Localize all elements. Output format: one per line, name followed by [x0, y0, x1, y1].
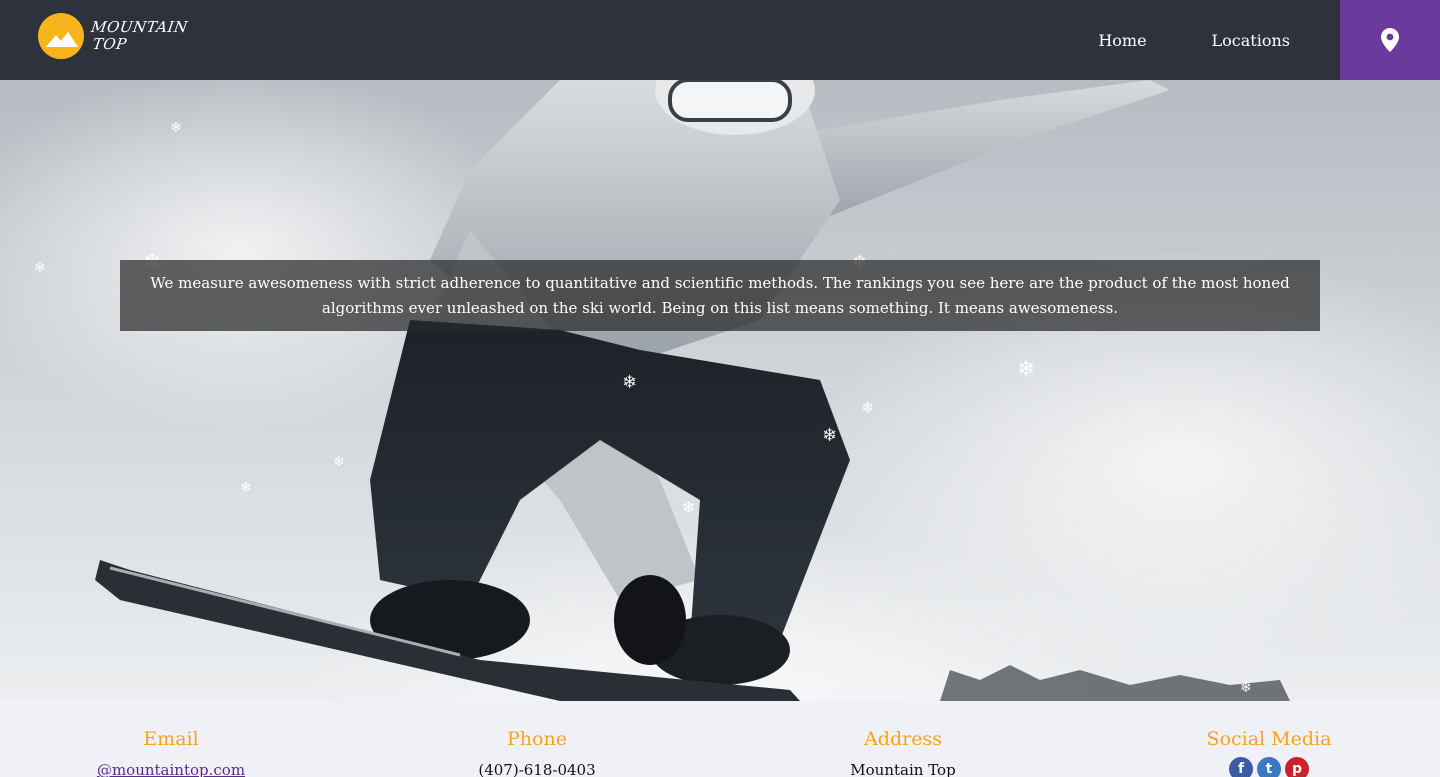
snowflake-icon: ❄ — [682, 498, 696, 517]
logo[interactable]: Mountain Top — [38, 13, 190, 59]
nav-locations-link[interactable]: Locations — [1212, 31, 1290, 50]
location-button[interactable] — [1340, 0, 1440, 80]
mountain-logo-icon — [38, 13, 84, 59]
logo-wordmark: Mountain Top — [90, 18, 190, 53]
hero-banner: ❄ ❄ ❄ ❄ ❄ ❄ ❄ ❄ ❄ ❄ ❄ ❄ We measure aweso… — [0, 80, 1440, 701]
footer-email: Email @mountaintop.com — [21, 727, 321, 777]
snowboarder-image — [95, 80, 1290, 701]
site-footer: Email @mountaintop.com Phone (407)-618-0… — [0, 701, 1440, 777]
social-heading: Social Media — [1206, 728, 1332, 750]
snowflake-icon: ❄ — [622, 372, 638, 393]
snowflake-icon: ❄ — [822, 425, 838, 446]
snowflake-icon: ❄ — [333, 454, 345, 470]
facebook-icon[interactable]: f — [1229, 757, 1253, 777]
pinterest-icon[interactable]: p — [1285, 757, 1309, 777]
footer-phone: Phone (407)-618-0403 — [387, 727, 687, 777]
phone-value: (407)-618-0403 — [478, 761, 596, 777]
address-heading: Address — [864, 728, 942, 750]
snowflake-icon: ❄ — [1240, 680, 1252, 696]
snowflake-icon: ❄ — [1017, 357, 1036, 382]
snowflake-icon: ❄ — [240, 480, 252, 496]
phone-heading: Phone — [507, 728, 567, 750]
site-header: Mountain Top Home Locations — [0, 0, 1440, 80]
footer-social: Social Media f t p — [1119, 727, 1419, 777]
snowflake-icon: ❄ — [170, 120, 182, 136]
snowflake-icon: ❄ — [861, 398, 875, 417]
address-value: Mountain Top — [850, 761, 956, 777]
email-heading: Email — [143, 728, 199, 750]
footer-address: Address Mountain Top — [753, 727, 1053, 777]
social-links: f t p — [1119, 757, 1419, 777]
nav-home-link[interactable]: Home — [1098, 31, 1146, 50]
hero-caption: We measure awesomeness with strict adher… — [120, 260, 1320, 331]
email-link[interactable]: @mountaintop.com — [21, 761, 321, 777]
snowflake-icon: ❄ — [34, 260, 46, 276]
twitter-icon[interactable]: t — [1257, 757, 1281, 777]
main-nav: Home Locations — [1033, 0, 1290, 80]
map-pin-icon — [1381, 28, 1399, 52]
